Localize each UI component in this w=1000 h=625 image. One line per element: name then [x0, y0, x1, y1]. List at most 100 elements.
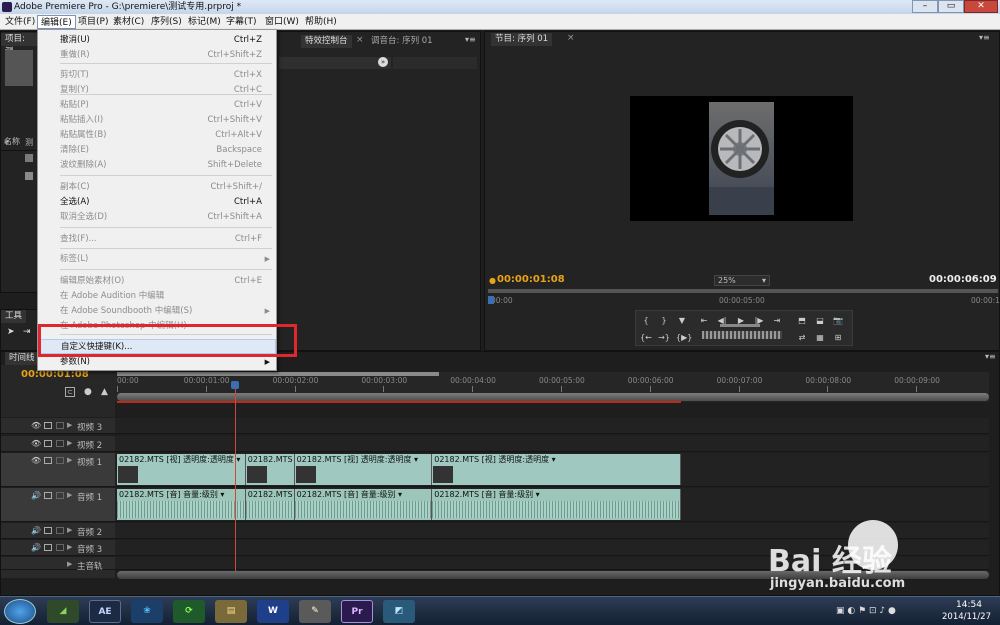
tab-timeline[interactable]: 时间线 [5, 352, 39, 365]
expand-track-icon[interactable]: ▶ [67, 421, 72, 429]
menu-project[interactable]: 项目(P) [75, 15, 111, 29]
menu-item-11[interactable]: 取消全选(D) Ctrl+Shift+A [38, 210, 276, 225]
toggle-track-audio-icon[interactable]: 🔊 [31, 491, 41, 500]
trim-icon[interactable]: ⇄ [796, 332, 808, 343]
set-marker-icon[interactable]: ▼ [676, 315, 688, 326]
track-lock-icon[interactable] [56, 457, 64, 464]
expand-track-icon[interactable]: ▶ [67, 456, 72, 464]
set-marker-icon[interactable]: ▲ [101, 387, 108, 397]
premiere-icon[interactable]: Pr [341, 600, 373, 623]
goto-in-icon[interactable]: ⇤ [698, 315, 710, 326]
tab-tools[interactable]: 工具 [1, 310, 27, 323]
menu-item-16[interactable]: 在 Adobe Soundbooth 中编辑(S) ▶ [38, 304, 276, 319]
export-frame-icon[interactable]: 📷 [832, 315, 844, 326]
close-button[interactable]: ✕ [964, 0, 998, 13]
tab-effect-controls[interactable]: 特效控制台 [301, 35, 352, 48]
clock-date[interactable]: 2014/11/27 [942, 612, 991, 622]
app-icon[interactable]: ◩ [383, 600, 415, 623]
audio-clip[interactable]: 02182.MTS [245, 489, 295, 520]
track-header[interactable]: 音频 3 ▶ 🔊 [1, 540, 115, 556]
toggle-track-audio-icon[interactable]: 🔊 [31, 526, 41, 535]
audio-clip[interactable]: 02182.MTS [音] 音量:级别 ▾ [432, 489, 681, 520]
tab-program-monitor[interactable]: 节目: 序列 01 [491, 33, 553, 46]
video-clip[interactable]: 02182.MTS [视] 透明度:透明度 ▾ [117, 454, 246, 485]
program-scrubber[interactable] [488, 289, 998, 293]
panel-menu-icon[interactable]: ▾≡ [979, 33, 990, 42]
audio-clip[interactable]: 02182.MTS [音] 音量:级别 ▾ [117, 489, 246, 520]
toggle-track-output-icon[interactable]: 👁 [31, 439, 41, 448]
column-name[interactable]: 名称 [4, 136, 20, 147]
track-lock-icon[interactable] [56, 544, 64, 551]
timeline-playhead[interactable] [235, 382, 237, 572]
sync-lock-icon[interactable] [44, 492, 52, 499]
zoom-select[interactable]: 25% ▾ [714, 275, 770, 286]
expand-track-icon[interactable]: ▶ [67, 526, 72, 534]
menu-item-8[interactable]: 波纹删除(A) Shift+Delete [38, 158, 276, 173]
menu-item-0[interactable]: 撤消(U) Ctrl+Z [38, 33, 276, 48]
tray-icons[interactable]: ▣ ◐ ⚑ ⊡ ♪ ● [836, 606, 896, 616]
refresh-app-icon[interactable]: ⟳ [173, 600, 205, 623]
track-zoom-slider[interactable] [1, 570, 115, 578]
multicam-icon[interactable]: ▦ [814, 332, 826, 343]
playhead-icon[interactable] [488, 296, 494, 304]
toggle-track-output-icon[interactable]: 👁 [31, 421, 41, 430]
editor-icon[interactable]: ✎ [299, 600, 331, 623]
mark-in-icon[interactable]: { [640, 315, 652, 326]
track-lock-icon[interactable] [56, 440, 64, 447]
menu-item-9[interactable]: 副本(C) Ctrl+Shift+/ [38, 180, 276, 195]
toggle-track-output-icon[interactable]: 👁 [31, 456, 41, 465]
snap-icon[interactable]: ⊂ [65, 387, 75, 397]
nvidia-icon[interactable]: ◢ [47, 600, 79, 623]
menu-item-10[interactable]: 全选(A) Ctrl+A [38, 195, 276, 210]
timeline-zoom-scrollbar[interactable] [117, 393, 989, 401]
jog-wheel[interactable] [702, 331, 782, 339]
clip-icon[interactable] [25, 172, 33, 180]
media-player-icon[interactable]: ❀ [131, 600, 163, 623]
tab-project[interactable]: 项目: 测 [1, 33, 37, 57]
goto-out-icon[interactable]: ⇥ [771, 315, 783, 326]
track-lane[interactable] [115, 436, 989, 452]
show-timeline-icon[interactable]: » [378, 57, 388, 67]
mark-out-icon[interactable]: } [658, 315, 670, 326]
shuttle-slider[interactable] [720, 324, 760, 327]
goto-prev-marker-icon[interactable]: {← [640, 332, 652, 343]
sync-lock-icon[interactable] [44, 544, 52, 551]
lift-icon[interactable]: ⬒ [796, 315, 808, 326]
menu-item-15[interactable]: 在 Adobe Audition 中编辑 [38, 289, 276, 304]
menu-item-4[interactable]: 粘贴(P) Ctrl+V [38, 98, 276, 113]
menu-item-7[interactable]: 清除(E) Backspace [38, 143, 276, 158]
sequence-icon[interactable] [25, 154, 33, 162]
start-button[interactable] [4, 599, 36, 624]
track-header[interactable]: 音频 2 ▶ 🔊 [1, 523, 115, 539]
menu-help[interactable]: 帮助(H) [302, 15, 340, 29]
sync-lock-icon[interactable] [44, 440, 52, 447]
video-clip[interactable]: 02182.MTS [视] 透明度:透明度 ▾ [432, 454, 681, 485]
expand-track-icon[interactable]: ▶ [67, 543, 72, 551]
toggle-track-audio-icon[interactable]: 🔊 [31, 543, 41, 552]
menu-edit[interactable]: 编辑(E) [37, 15, 76, 29]
expand-track-icon[interactable]: ▶ [67, 560, 72, 568]
selection-tool-icon[interactable]: ➤ [7, 327, 15, 337]
minimize-button[interactable]: – [912, 0, 938, 13]
audio-clip[interactable]: 02182.MTS [音] 音量:级别 ▾ [294, 489, 433, 520]
program-current-time[interactable]: 00:00:01:08 [497, 274, 565, 285]
video-clip[interactable]: 02182.MTS [245, 454, 295, 485]
play-in-to-out-icon[interactable]: {▶} [676, 332, 692, 343]
track-lock-icon[interactable] [56, 422, 64, 429]
menu-item-1[interactable]: 重做(R) Ctrl+Shift+Z [38, 48, 276, 63]
after-effects-icon[interactable]: AE [89, 600, 121, 623]
track-lock-icon[interactable] [56, 527, 64, 534]
close-tab-icon[interactable]: × [356, 35, 364, 45]
panel-menu-icon[interactable]: ▾≡ [465, 35, 476, 44]
panel-menu-icon[interactable]: ▾≡ [985, 352, 996, 361]
track-header[interactable]: 视频 2 ▶ 👁 [1, 436, 115, 452]
sync-lock-icon[interactable] [44, 527, 52, 534]
track-header[interactable]: 视频 3 ▶ 👁 [1, 418, 115, 434]
menu-item-5[interactable]: 粘贴插入(I) Ctrl+Shift+V [38, 113, 276, 128]
explorer-icon[interactable]: ▤ [215, 600, 247, 623]
menu-item-6[interactable]: 粘贴属性(B) Ctrl+Alt+V [38, 128, 276, 143]
menu-window[interactable]: 窗口(W) [262, 15, 302, 29]
track-header[interactable]: 音频 1 ▶ 🔊 [1, 488, 115, 522]
track-select-tool-icon[interactable]: ⇥ [23, 327, 31, 337]
close-tab-icon[interactable]: × [567, 33, 575, 43]
